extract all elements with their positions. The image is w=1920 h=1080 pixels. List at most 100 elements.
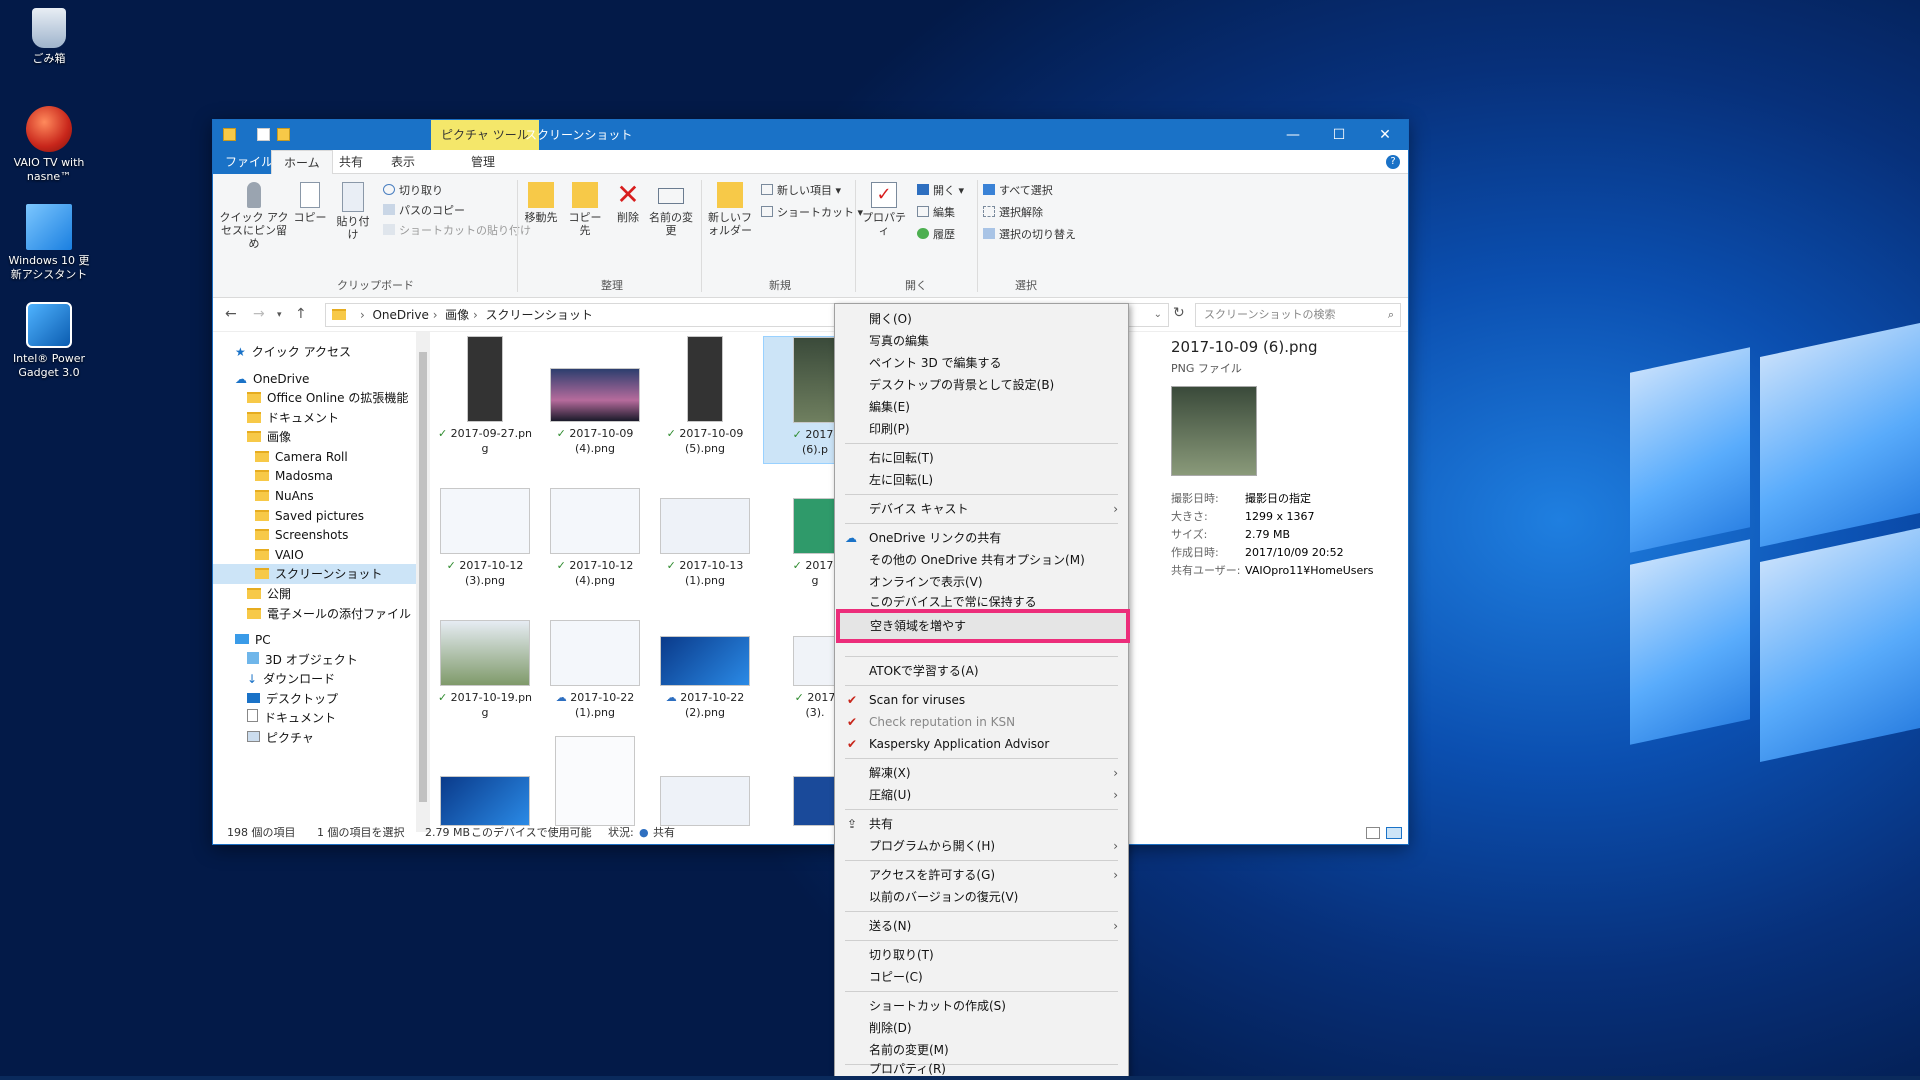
recent-locations-button[interactable]: ▾: [277, 310, 282, 320]
file-item[interactable]: ✓ 2017-10-09 (4).png: [543, 336, 647, 464]
file-item[interactable]: ✓ 2017-10-23: [653, 724, 757, 832]
properties-quick-icon[interactable]: [257, 128, 270, 141]
delete-button[interactable]: ✕ 削除: [611, 181, 645, 225]
properties-button[interactable]: ✓ プロパティ: [861, 182, 907, 237]
menu-item-rotate-left[interactable]: 左に回転(L): [835, 469, 1128, 491]
large-icons-view-icon[interactable]: [1386, 827, 1402, 839]
menu-item-edit-photo[interactable]: 写真の編集: [835, 330, 1128, 352]
file-item[interactable]: ✓ 2017-10-23: [433, 724, 537, 832]
menu-item-rotate-right[interactable]: 右に回転(T): [835, 447, 1128, 469]
desktop-icon-recycle-bin[interactable]: ごみ箱: [6, 8, 92, 66]
tab-manage[interactable]: 管理: [459, 150, 507, 174]
nav-downloads[interactable]: ↓ ダウンロード: [247, 669, 335, 689]
menu-item-give-access[interactable]: アクセスを許可する(G) ›: [835, 864, 1128, 886]
rename-button[interactable]: 名前の変更: [649, 182, 693, 237]
nav-screenshot-jp[interactable]: スクリーンショット: [213, 564, 416, 584]
menu-item-open[interactable]: 開く(O): [835, 308, 1128, 330]
pin-to-quick-access-button[interactable]: クイック アクセスにピン留め: [219, 182, 289, 250]
nav-pc[interactable]: PC: [235, 630, 271, 650]
edit-button[interactable]: 編集: [917, 206, 955, 220]
nav-images[interactable]: 画像: [247, 427, 291, 447]
close-button[interactable]: ✕: [1362, 120, 1408, 150]
file-item[interactable]: ✓ 2017-10-19.pn g: [433, 600, 537, 728]
forward-button[interactable]: →: [253, 306, 265, 322]
nav-quick-access[interactable]: ★ クイック アクセス: [235, 342, 351, 362]
shortcut-button[interactable]: ショートカット ▾: [761, 206, 863, 220]
menu-item-open-with[interactable]: プログラムから開く(H) ›: [835, 835, 1128, 857]
nav-madosma[interactable]: Madosma: [255, 466, 333, 486]
nav-3d-objects[interactable]: 3D オブジェクト: [247, 650, 358, 670]
select-none-button[interactable]: 選択解除: [983, 206, 1043, 220]
menu-item-free-up-space[interactable]: 空き領域を増やす: [836, 609, 1130, 643]
nav-onedrive[interactable]: ☁ OneDrive: [235, 369, 309, 389]
menu-item-edit[interactable]: 編集(E): [835, 396, 1128, 418]
copy-to-button[interactable]: コピー先: [565, 182, 605, 237]
menu-item-set-background[interactable]: デスクトップの背景として設定(B): [835, 374, 1128, 396]
file-item[interactable]: ✓ 2017-10-12 (3).png: [433, 468, 537, 596]
breadcrumb-screenshots[interactable]: スクリーンショット: [485, 308, 592, 322]
up-button[interactable]: ↑: [295, 306, 307, 322]
invert-selection-button[interactable]: 選択の切り替え: [983, 228, 1076, 242]
breadcrumb-onedrive[interactable]: OneDrive: [372, 308, 428, 322]
menu-item-compress[interactable]: 圧縮(U) ›: [835, 784, 1128, 806]
history-button[interactable]: 履歴: [917, 228, 955, 242]
menu-item-cast[interactable]: デバイス キャスト ›: [835, 498, 1128, 520]
nav-nuans[interactable]: NuAns: [255, 486, 314, 506]
file-item[interactable]: ☁ 2017-10-22 (1).png: [543, 600, 647, 728]
tab-home[interactable]: ホーム: [271, 150, 333, 174]
desktop-icon-vaio-tv[interactable]: VAIO TV with nasne™: [6, 106, 92, 184]
maximize-button[interactable]: ☐: [1316, 120, 1362, 150]
menu-item-onedrive-share[interactable]: ☁ OneDrive リンクの共有: [835, 527, 1128, 549]
chevron-down-icon[interactable]: ⌄: [1154, 304, 1162, 326]
menu-item-always-keep[interactable]: このデバイス上で常に保持する: [835, 591, 1128, 607]
menu-item-kaspersky-advisor[interactable]: ✔ Kaspersky Application Advisor: [835, 733, 1128, 755]
paste-button[interactable]: 貼り付け: [333, 182, 373, 241]
nav-office-online[interactable]: Office Online の拡張機能: [247, 388, 408, 408]
search-input[interactable]: スクリーンショットの検索 ⌕: [1195, 303, 1401, 327]
menu-item-print[interactable]: 印刷(P): [835, 418, 1128, 440]
new-folder-button[interactable]: 新しいフォルダー: [707, 182, 753, 237]
desktop-icon-windows-update[interactable]: Windows 10 更新アシスタント: [6, 204, 92, 282]
file-item[interactable]: ✓ 2017-10-23: [543, 724, 647, 832]
nav-pictures[interactable]: ピクチャ: [247, 728, 314, 748]
menu-item-restore-versions[interactable]: 以前のバージョンの復元(V): [835, 886, 1128, 908]
breadcrumb-images[interactable]: 画像: [445, 308, 469, 322]
menu-item-scan-viruses[interactable]: ✔ Scan for viruses: [835, 689, 1128, 711]
select-all-button[interactable]: すべて選択: [983, 184, 1053, 198]
copy-path-button[interactable]: パスのコピー: [383, 204, 465, 218]
move-to-button[interactable]: 移動先: [521, 182, 561, 224]
new-item-button[interactable]: 新しい項目 ▾: [761, 184, 841, 198]
nav-saved-pictures[interactable]: Saved pictures: [255, 506, 364, 526]
nav-documents[interactable]: ドキュメント: [247, 408, 339, 428]
nav-scrollbar-thumb[interactable]: [419, 352, 427, 802]
new-folder-quick-icon[interactable]: [277, 128, 290, 141]
file-item[interactable]: ✓ 2017-09-27.pn g: [433, 336, 537, 464]
paste-shortcut-button[interactable]: ショートカットの貼り付け: [383, 224, 531, 238]
nav-scrollbar[interactable]: [416, 332, 430, 832]
nav-vaio[interactable]: VAIO: [255, 545, 304, 565]
menu-item-cut[interactable]: 切り取り(T): [835, 944, 1128, 966]
open-button[interactable]: 開く ▾: [917, 184, 964, 198]
menu-item-create-shortcut[interactable]: ショートカットの作成(S): [835, 995, 1128, 1017]
menu-item-delete[interactable]: 削除(D): [835, 1017, 1128, 1039]
menu-item-extract[interactable]: 解凍(X) ›: [835, 762, 1128, 784]
nav-screenshots[interactable]: Screenshots: [255, 525, 348, 545]
file-item[interactable]: ✓ 2017-10-13 (1).png: [653, 468, 757, 596]
menu-item-send-to[interactable]: 送る(N) ›: [835, 915, 1128, 937]
nav-pc-documents[interactable]: ドキュメント: [247, 708, 336, 728]
cut-button[interactable]: 切り取り: [383, 184, 443, 198]
menu-item-paint3d[interactable]: ペイント 3D で編集する: [835, 352, 1128, 374]
tab-share[interactable]: 共有: [327, 150, 375, 174]
nav-desktop[interactable]: デスクトップ: [247, 689, 338, 709]
tab-view[interactable]: 表示: [379, 150, 427, 174]
help-icon[interactable]: ?: [1386, 155, 1400, 169]
desktop-icon-intel-power-gadget[interactable]: Intel® Power Gadget 3.0: [6, 302, 92, 380]
copy-button[interactable]: コピー: [293, 182, 327, 224]
menu-item-onedrive-options[interactable]: その他の OneDrive 共有オプション(M): [835, 549, 1128, 571]
file-item[interactable]: ✓ 2017-10-09 (5).png: [653, 336, 757, 464]
menu-item-view-online[interactable]: オンラインで表示(V): [835, 571, 1128, 593]
back-button[interactable]: ←: [225, 306, 237, 322]
nav-public[interactable]: 公開: [247, 584, 291, 604]
file-item[interactable]: ✓ 2017-10-12 (4).png: [543, 468, 647, 596]
menu-item-copy[interactable]: コピー(C): [835, 966, 1128, 988]
